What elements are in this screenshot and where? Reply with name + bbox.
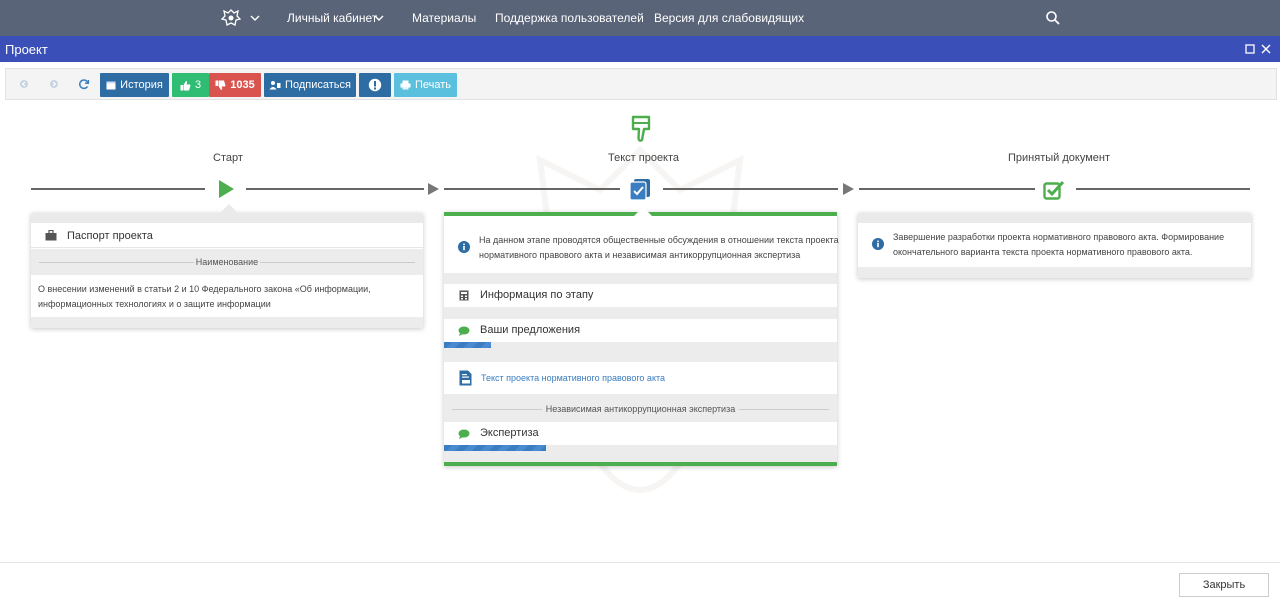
divider (260, 262, 415, 263)
stage-label-start: Старт (213, 152, 243, 164)
subscribe-icon (269, 81, 281, 90)
nav-user-support[interactable]: Поддержка пользователей (495, 11, 644, 25)
expertise-section-band: Независимая антикоррупционная экспертиза (444, 394, 837, 424)
expertise-row[interactable]: Экспертиза (444, 422, 837, 445)
footer-divider (0, 562, 1280, 563)
maximize-icon[interactable] (1243, 42, 1257, 56)
project-name-text: О внесении изменений в статьи 2 и 10 Фед… (31, 275, 423, 317)
refresh-icon[interactable] (77, 77, 91, 91)
passport-row[interactable]: Паспорт проекта (31, 223, 423, 248)
timeline-line (859, 188, 1035, 190)
stage-info-description: На данном этапе проводятся общественные … (444, 226, 839, 273)
stage-pointer (633, 207, 653, 217)
history-label: История (120, 79, 163, 91)
stage-label-final-document: Принятый документ (1008, 152, 1110, 164)
dislike-count: 1035 (230, 79, 255, 91)
project-name-line: О внесении изменений в статьи 2 и 10 Фед… (38, 284, 371, 294)
report-button[interactable] (359, 73, 391, 97)
project-text-stage-card: На данном этапе проводятся общественные … (444, 212, 839, 466)
close-icon[interactable] (1259, 42, 1273, 56)
comment-icon (458, 326, 470, 336)
separator-band (444, 307, 837, 319)
stage-info-line: нормативного правового акта и независима… (479, 250, 801, 260)
divider (739, 409, 829, 410)
nav-accessibility-version[interactable]: Версия для слабовидящих (654, 11, 804, 25)
card-footer (31, 317, 423, 328)
proposals-progress-bar (444, 342, 492, 348)
chevron-down-icon[interactable] (249, 12, 261, 24)
passport-label: Паспорт проекта (67, 230, 153, 242)
thumbs-down-icon (215, 80, 226, 90)
stage-info-label: Информация по этапу (480, 289, 594, 301)
dislike-button[interactable]: 1035 (209, 73, 261, 97)
subscribe-label: Подписаться (285, 79, 351, 91)
final-info-description: Завершение разработки проекта нормативно… (858, 223, 1251, 267)
final-info-line: окончательного варианта текста проекта н… (893, 247, 1193, 257)
expertise-label: Экспертиза (480, 427, 539, 439)
like-button[interactable]: 3 (172, 73, 209, 97)
nav-personal-account[interactable]: Личный кабинет (287, 11, 377, 25)
checkbox-checked-icon (1043, 180, 1065, 200)
separator-band (444, 273, 837, 284)
proposals-row[interactable]: Ваши предложения (444, 319, 837, 342)
stage-info-row[interactable]: Информация по этапу (444, 284, 837, 307)
card-header (31, 213, 423, 223)
final-info-line: Завершение разработки проекта нормативно… (893, 232, 1225, 242)
calendar-icon (106, 81, 116, 90)
final-document-stage-card: Завершение разработки проекта нормативно… (858, 213, 1251, 278)
coat-of-arms-icon[interactable] (220, 8, 242, 28)
close-button[interactable]: Закрыть (1179, 573, 1269, 597)
start-stage-card: Паспорт проекта Наименование О внесении … (31, 213, 423, 328)
timeline-line (246, 188, 424, 190)
stage-label-project-text: Текст проекта (608, 152, 680, 164)
subscribe-button[interactable]: Подписаться (264, 73, 356, 97)
thumbs-down-outline-icon (631, 115, 651, 142)
calculator-icon (459, 290, 469, 301)
project-text-document-link[interactable]: Текст проекта нормативного правового акт… (481, 373, 665, 383)
card-footer (858, 267, 1251, 278)
prev-icon[interactable] (17, 77, 31, 91)
timeline-arrow (843, 183, 854, 195)
print-button[interactable]: Печать (394, 73, 457, 97)
timeline-line (31, 188, 205, 190)
thumbs-up-icon (180, 80, 191, 90)
document-link-row[interactable]: Текст проекта нормативного правового акт… (444, 362, 837, 394)
chevron-down-icon[interactable] (373, 12, 385, 24)
proposals-label: Ваши предложения (480, 324, 581, 336)
window-title: Проект (5, 42, 48, 57)
info-icon (458, 241, 470, 253)
window-title-bar: Проект (0, 36, 1280, 62)
like-count: 3 (194, 79, 202, 91)
document-check-icon (629, 179, 650, 201)
stage-pointer (220, 204, 238, 213)
briefcase-icon (45, 230, 57, 241)
timeline-line (444, 188, 620, 190)
printer-icon (400, 80, 411, 90)
progress-band (444, 342, 837, 362)
timeline-arrow (428, 183, 439, 195)
timeline-line (1076, 188, 1250, 190)
timeline-line (663, 188, 838, 190)
info-icon (872, 238, 884, 250)
print-label: Печать (414, 79, 452, 91)
search-icon[interactable] (1045, 10, 1061, 26)
name-section-band: Наименование (31, 249, 423, 275)
comment-icon (458, 429, 470, 439)
progress-band (444, 445, 837, 462)
card-header (858, 213, 1251, 223)
play-icon (219, 180, 234, 198)
exclamation-icon (368, 78, 382, 92)
history-button[interactable]: История (100, 73, 169, 97)
project-name-line: информационных технологиях и о защите ин… (38, 299, 271, 309)
toolbar: История 3 1035 Подписаться Печать (5, 68, 1277, 100)
stage-info-line: На данном этапе проводятся общественные … (479, 235, 839, 245)
word-document-icon (459, 370, 472, 386)
top-nav: Личный кабинет Материалы Поддержка польз… (0, 0, 1280, 36)
nav-materials[interactable]: Материалы (412, 11, 476, 25)
next-icon[interactable] (47, 77, 61, 91)
expertise-progress-bar (444, 445, 547, 451)
